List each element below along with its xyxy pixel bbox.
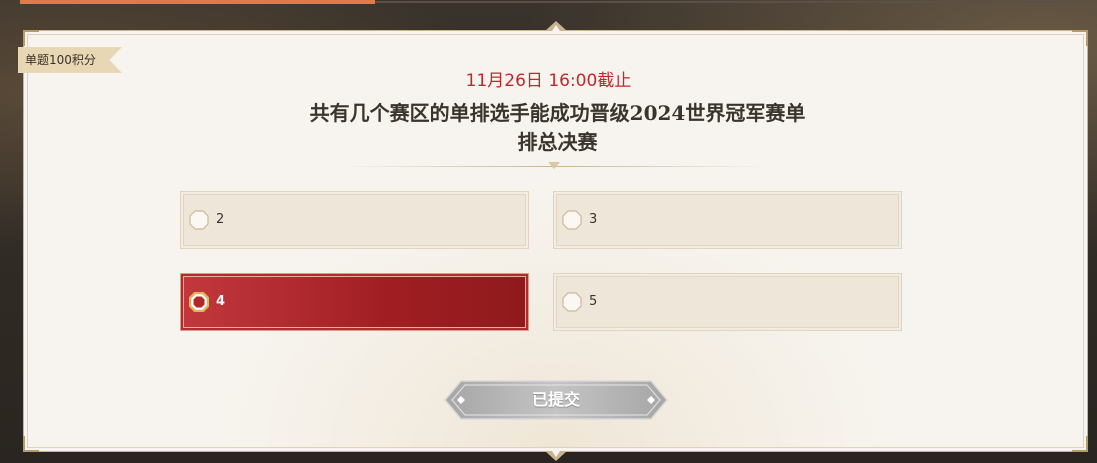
submit-button[interactable]: 已提交 — [443, 379, 669, 421]
question-line: 排总决赛 — [517, 130, 598, 154]
question-line: 共有几个赛区的单排选手能成功晋级2024世界冠军赛单 — [309, 101, 806, 125]
option-label: 5 — [589, 294, 598, 309]
top-divider-line — [375, 1, 1075, 3]
top-accent-bar — [20, 0, 375, 4]
submit-label: 已提交 — [531, 390, 580, 409]
radio-icon — [562, 292, 582, 312]
ornament-icon — [544, 451, 567, 461]
radio-selected-icon — [189, 292, 209, 312]
panel-corner — [23, 436, 39, 452]
divider-diamond-icon — [548, 162, 560, 169]
option-label: 2 — [216, 212, 225, 227]
ornament-icon — [544, 21, 567, 31]
question-text: 共有几个赛区的单排选手能成功晋级2024世界冠军赛单 排总决赛 — [280, 99, 835, 157]
option-5[interactable]: 5 — [553, 273, 902, 331]
panel-corner — [1072, 30, 1088, 46]
option-2[interactable]: 2 — [180, 191, 529, 249]
deadline-text: 11月26日 16:00截止 — [465, 71, 632, 91]
option-label: 4 — [216, 294, 226, 309]
radio-icon — [562, 210, 582, 230]
option-3[interactable]: 3 — [553, 191, 902, 249]
option-4[interactable]: 4 — [180, 273, 529, 331]
panel-corner — [1072, 436, 1088, 452]
option-label: 3 — [589, 212, 598, 227]
panel-corner — [23, 30, 39, 46]
radio-icon — [189, 210, 209, 230]
